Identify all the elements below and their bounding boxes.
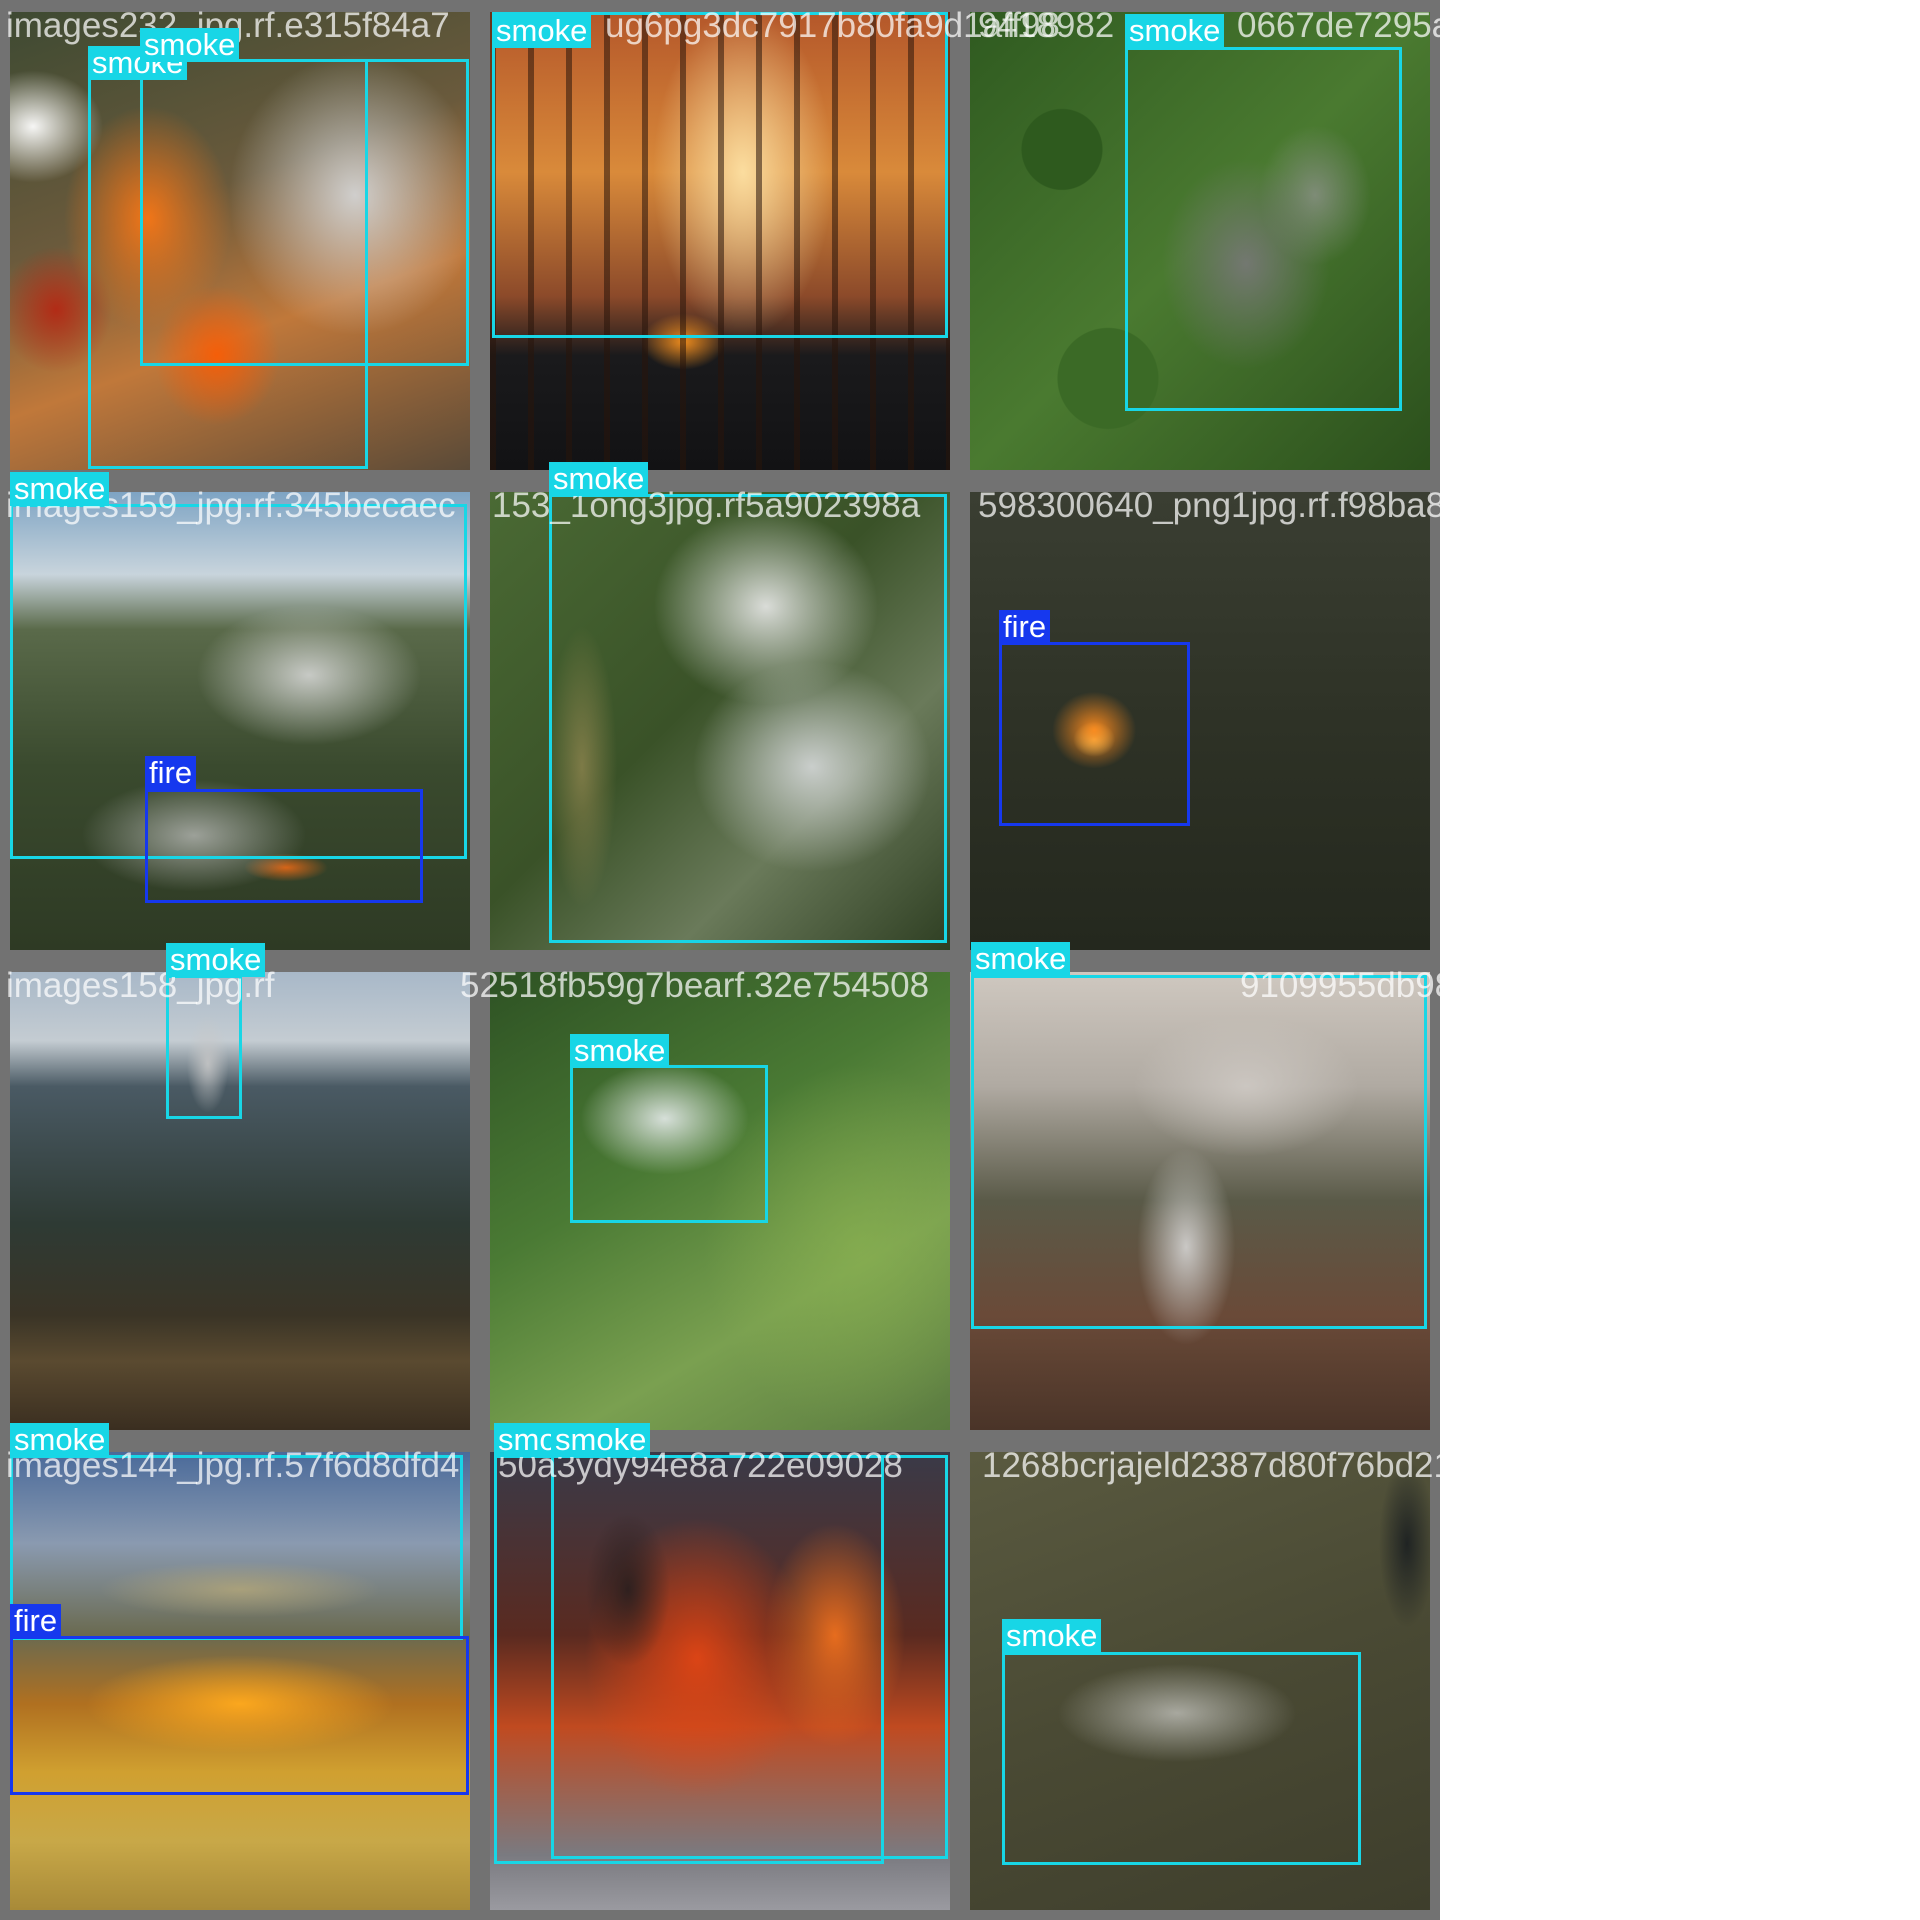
smoke-bounding-box	[140, 59, 469, 366]
fire-tag: fire	[999, 610, 1051, 644]
smoke-tag: smoke	[1125, 14, 1225, 48]
smoke-tag: smoke	[971, 942, 1071, 976]
filename-label: 1268bcrjajeld2387d80f76bd21d50ae5e2d8dbe	[982, 1446, 1707, 1485]
filename-label: 0667de7295a5d0780d8294fbc	[1237, 6, 1712, 45]
fire-tag: fire	[145, 756, 197, 790]
fire-bounding-box	[999, 642, 1190, 826]
smoke-tag: smoke	[10, 1423, 110, 1457]
smoke-bounding-box	[549, 494, 947, 943]
fire-bounding-box	[145, 789, 423, 903]
smoke-bounding-box	[971, 975, 1427, 1329]
smoke-bounding-box	[492, 12, 948, 338]
filename-label: 9109955db9898e1c84a116f0	[1240, 966, 1693, 1005]
smoke-tag: smoke	[570, 1034, 670, 1068]
smoke-bounding-box	[570, 1065, 768, 1223]
smoke-tag: smoke	[492, 14, 592, 48]
smoke-tag: smoke	[10, 472, 110, 506]
smoke-tag: smoke	[1002, 1619, 1102, 1653]
fire-bounding-box	[10, 1636, 469, 1795]
smoke-tag: smoke	[140, 28, 240, 62]
smoke-bounding-box	[1002, 1652, 1361, 1865]
smoke-tag: smoke	[166, 943, 266, 977]
smoke-bounding-box	[1125, 47, 1402, 411]
fire-tag: fire	[10, 1604, 62, 1638]
smoke-tag: smoke	[549, 462, 649, 496]
filename-label: 9418982	[978, 6, 1115, 45]
smoke-tag: smoke	[551, 1423, 651, 1457]
smoke-bounding-box	[551, 1455, 948, 1859]
filename-label: 598300640_png1jpg.rf.f98ba89d29257e5dbd8…	[978, 486, 1736, 525]
filename-label: 52518fb59g7bearf.32e754508	[460, 966, 930, 1005]
